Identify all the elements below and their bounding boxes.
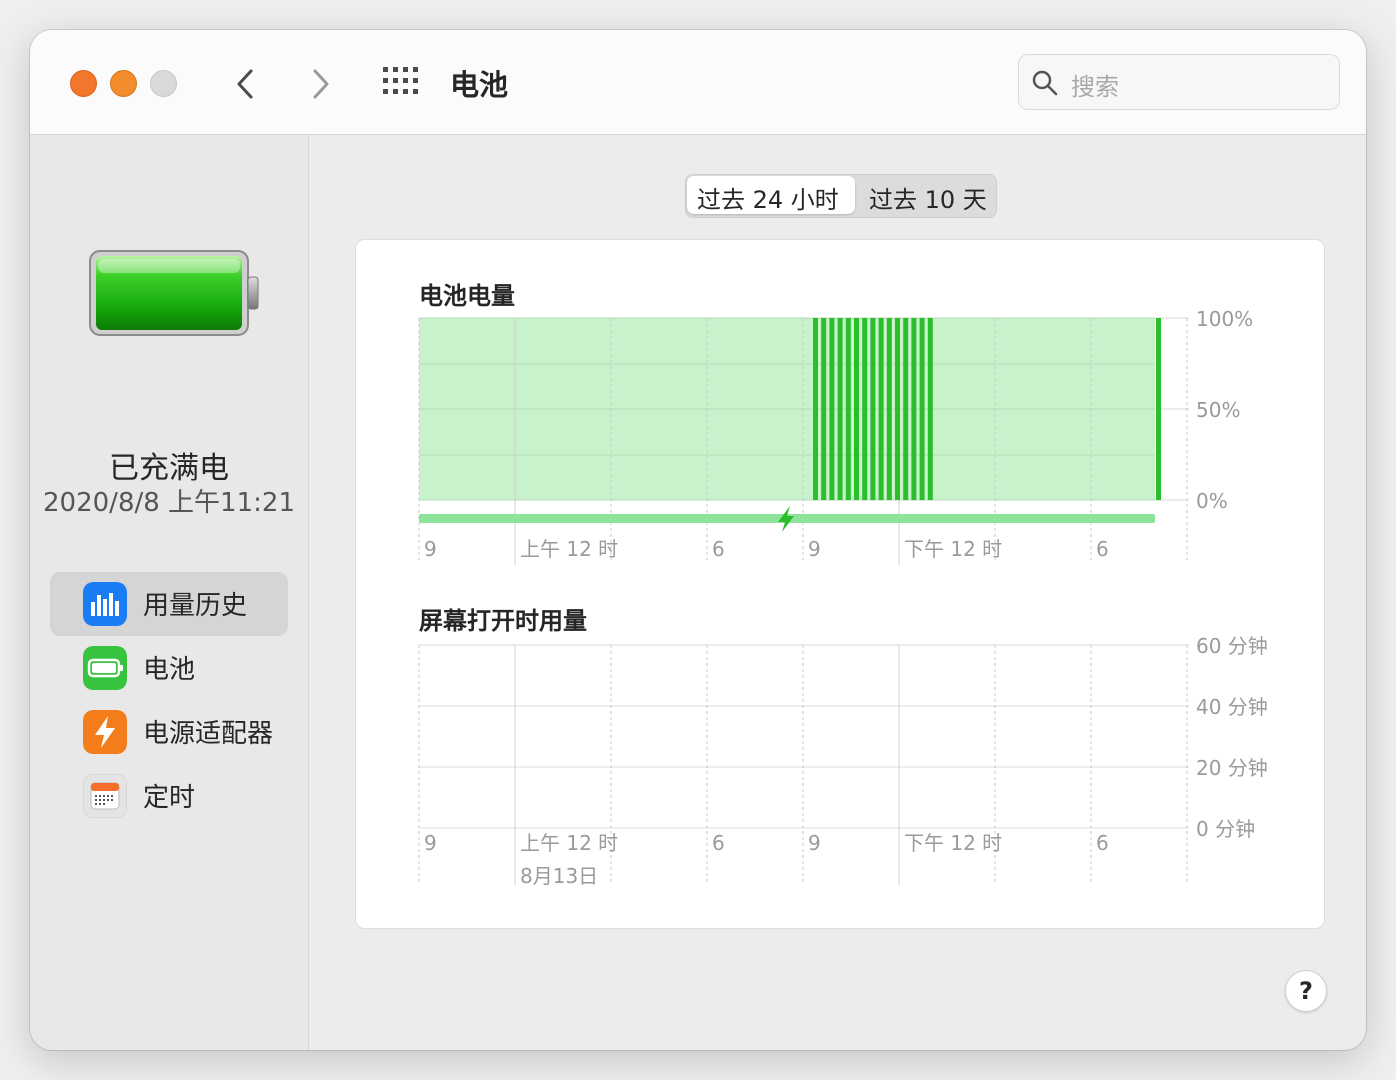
y-tick-label: 50% — [1196, 398, 1240, 422]
battery-level-chart: 100%50%0% 9 上午 12 时 6 9 下午 12 时6 60 分钟40 分钟2… — [418, 307, 1268, 888]
x-tick-label: 9 — [424, 831, 437, 855]
y-tick-label: 0% — [1196, 489, 1228, 513]
help-button[interactable]: ? — [1285, 970, 1327, 1012]
calendar-icon — [83, 774, 127, 818]
sidebar-item-label: 电池 — [143, 655, 196, 685]
battery-level-bar — [837, 318, 843, 500]
battery-status: 已充满电 — [109, 451, 229, 486]
show-all-grid-icon[interactable] — [383, 67, 419, 95]
charging-lightning-icon — [778, 506, 794, 532]
back-button[interactable] — [226, 64, 266, 104]
x-tick-label: 6 — [712, 831, 725, 855]
y-tick-label: 0 分钟 — [1196, 817, 1255, 841]
sidebar-item-battery[interactable]: 电池 — [50, 636, 288, 700]
tab-last-24-hours-label[interactable]: 过去 24 小时 — [697, 180, 839, 215]
y-tick-label: 40 分钟 — [1196, 695, 1268, 719]
usage-history-card: 电池电量 屏幕打开时用量 100% 50% 0% 9 上午 12 时 6 9 下… — [355, 239, 1325, 929]
battery-level-bar — [813, 318, 818, 500]
x-tick-label: 6 — [712, 537, 725, 561]
sidebar-item-usage-history[interactable]: 用量历史 — [50, 572, 288, 636]
search-placeholder: 搜索 — [1071, 73, 1119, 101]
battery-level-bar — [829, 318, 835, 500]
battery-full-icon — [89, 250, 259, 336]
battery-level-bar — [821, 318, 827, 500]
battery-level-bar — [1156, 318, 1161, 500]
y-tick-label: 100% — [1196, 307, 1253, 331]
time-range-segmented-control: 过去 24 小时 过去 10 天 — [685, 174, 997, 218]
x-tick-label: 上午 12 时 — [520, 537, 618, 561]
x-tick-label: 9 — [808, 831, 821, 855]
battery-preferences-window: 电池 搜索 已充满电 2020/8/8 上午11:21 用量历史 电池 电源适配… — [30, 30, 1366, 1050]
search-icon — [1032, 70, 1058, 96]
y-tick-label: 60 分钟 — [1196, 634, 1268, 658]
x-tick-label: 下午 12 时 — [904, 537, 1002, 561]
search-field[interactable]: 搜索 — [1018, 54, 1340, 110]
sidebar-item-label: 用量历史 — [143, 591, 248, 621]
battery-level-bar — [878, 318, 884, 500]
toolbar: 电池 搜索 — [30, 30, 1366, 135]
battery-status-time: 2020/8/8 上午11:21 — [43, 488, 295, 518]
sidebar-item-label: 电源适配器 — [143, 719, 274, 749]
x-tick-label: 6 — [1096, 537, 1109, 561]
battery-level-bar — [870, 318, 876, 500]
battery-level-bar — [895, 318, 900, 500]
sidebar: 已充满电 2020/8/8 上午11:21 用量历史 电池 电源适配器 定时 — [30, 135, 309, 1050]
minimize-button[interactable] — [110, 70, 137, 97]
lightning-icon — [83, 710, 127, 754]
x-tick-label: 9 — [424, 537, 437, 561]
battery-level-bar — [886, 318, 892, 500]
forward-button[interactable] — [300, 64, 340, 104]
battery-level-bar — [854, 318, 859, 500]
battery-icon — [83, 646, 127, 690]
tab-last-10-days-label[interactable]: 过去 10 天 — [869, 180, 987, 215]
battery-level-bar — [911, 318, 917, 500]
close-button[interactable] — [70, 70, 97, 97]
battery-level-bar — [845, 318, 851, 500]
window-title: 电池 — [450, 68, 509, 102]
zoom-button[interactable] — [150, 70, 177, 97]
y-tick-label: 20 分钟 — [1196, 756, 1268, 780]
x-tick-label: 上午 12 时 — [520, 831, 618, 855]
sidebar-item-label: 定时 — [143, 783, 196, 813]
battery-level-bar — [919, 318, 925, 500]
x-tick-label: 6 — [1096, 831, 1109, 855]
bar-chart-icon — [83, 582, 127, 626]
battery-level-bar — [927, 318, 933, 500]
sidebar-item-power-adapter[interactable]: 电源适配器 — [50, 700, 288, 764]
battery-level-bar — [862, 318, 868, 500]
sidebar-item-schedule[interactable]: 定时 — [50, 764, 288, 828]
main-content: 过去 24 小时 过去 10 天 电池电量 屏幕打开时用量 100% 50% 0… — [309, 135, 1366, 1050]
x-tick-label: 9 — [808, 537, 821, 561]
x-date-label: 8月13日 — [520, 864, 598, 888]
x-tick-label: 下午 12 时 — [904, 831, 1002, 855]
battery-level-bar — [903, 318, 909, 500]
